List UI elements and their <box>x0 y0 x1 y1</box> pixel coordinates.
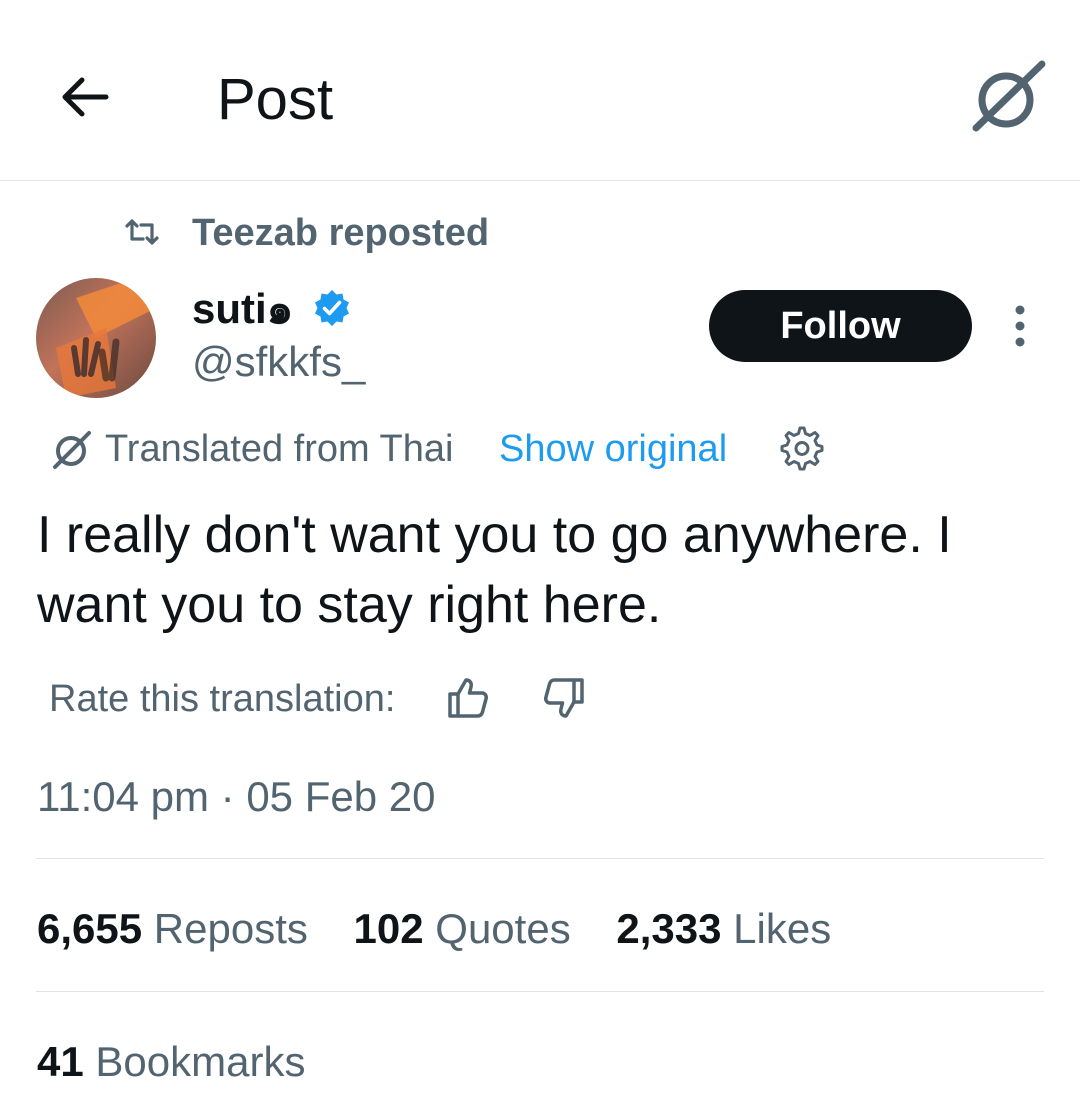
verified-badge-icon <box>312 288 352 328</box>
quotes-count: 102 <box>353 905 424 952</box>
rate-translation-label: Rate this translation: <box>49 678 396 720</box>
user-handle[interactable]: @sfkkfs_ <box>192 337 365 387</box>
engagement-stats: 6,655 Reposts 102 Quotes 2,333 Likes <box>37 903 865 955</box>
quotes-stat[interactable]: 102 Quotes <box>354 903 571 955</box>
post-timestamp[interactable]: 11:04 pm · 05 Feb 20 <box>37 772 435 822</box>
follow-button[interactable]: Follow <box>709 290 972 362</box>
bookmarks-stat[interactable]: 41 Bookmarks <box>37 1036 305 1088</box>
avatar[interactable] <box>36 278 156 398</box>
likes-stat[interactable]: 2,333 Likes <box>616 903 831 955</box>
quotes-label: Quotes <box>435 905 571 952</box>
divider <box>36 858 1044 859</box>
translated-from-label: Translated from Thai <box>105 428 454 470</box>
more-options-button[interactable] <box>1000 300 1040 352</box>
more-vertical-icon <box>1015 305 1025 347</box>
grok-button[interactable] <box>968 58 1048 138</box>
thumbs-up-icon[interactable] <box>444 674 492 722</box>
divider <box>36 991 1044 992</box>
bookmarks-count: 41 <box>37 1038 84 1085</box>
bookmarks-label: Bookmarks <box>95 1038 306 1085</box>
arrow-left-icon <box>62 77 109 117</box>
post-text: I really don't want you to go anywhere. … <box>37 506 952 634</box>
reposts-stat[interactable]: 6,655 Reposts <box>37 903 308 955</box>
thumbs-down-icon[interactable] <box>540 674 588 722</box>
top-bar <box>0 0 1080 181</box>
reposts-count: 6,655 <box>37 905 143 952</box>
repost-icon <box>123 213 161 251</box>
back-button[interactable] <box>54 66 116 128</box>
gear-icon[interactable] <box>778 425 826 473</box>
page-title: Post <box>217 67 334 132</box>
grok-translate-icon <box>50 428 94 472</box>
likes-label: Likes <box>733 905 832 952</box>
show-original-link[interactable]: Show original <box>499 425 727 473</box>
likes-count: 2,333 <box>616 905 722 952</box>
repost-context-text[interactable]: Teezab reposted <box>192 210 489 256</box>
display-name[interactable]: suti๑ <box>192 285 293 333</box>
grok-icon <box>972 60 1046 132</box>
reposts-label: Reposts <box>153 905 308 952</box>
